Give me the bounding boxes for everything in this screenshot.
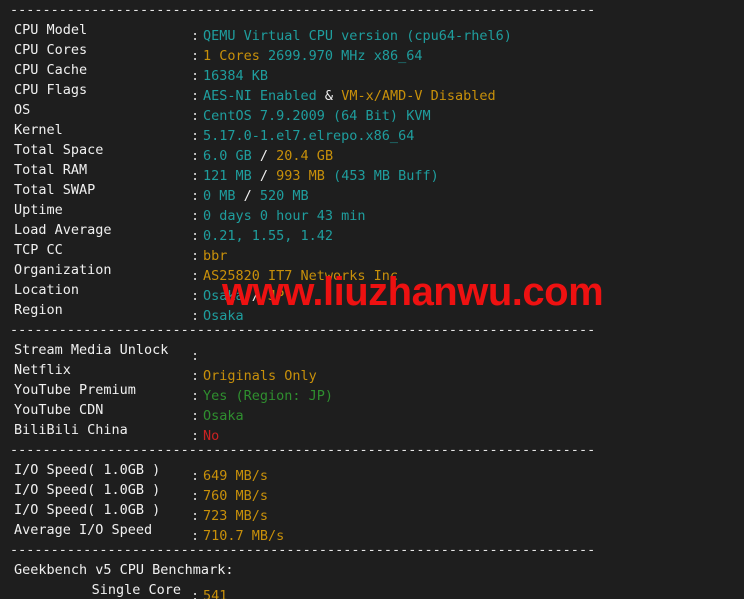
info-row: Total RAM:121 MB / 993 MB (453 MB Buff) <box>0 160 744 184</box>
info-row: TCP CC: bbr <box>0 240 744 264</box>
row-label: Netflix <box>14 362 71 378</box>
separator-after-stream-media: ----------------------------------------… <box>0 440 744 460</box>
info-row: OS: CentOS 7.9.2009 (64 Bit) KVM <box>0 100 744 124</box>
row-label: I/O Speed( 1.0GB ) <box>14 462 161 478</box>
info-row: Average I/O Speed:710.7 MB/s <box>0 520 744 544</box>
row-label: Region <box>14 302 63 318</box>
info-row: CPU Cores:1 Cores 2699.970 MHz x86_64 <box>0 40 744 64</box>
row-label: Organization <box>14 262 112 278</box>
row-label: Uptime <box>14 202 63 218</box>
geekbench-title: Geekbench v5 CPU Benchmark: <box>14 562 234 578</box>
value-segment: 541 <box>203 588 228 599</box>
row-value: 710.7 MB/s <box>203 526 284 546</box>
row-label: CPU Cache <box>14 62 88 78</box>
row-label: Location <box>14 282 80 298</box>
separator-dashes: ----------------------------------------… <box>10 2 596 18</box>
info-row: Load Average:0.21, 1.55, 1.42 <box>0 220 744 244</box>
row-label: Kernel <box>14 122 63 138</box>
row-label: CPU Model <box>14 22 88 38</box>
separator-dashes: ----------------------------------------… <box>10 322 596 338</box>
separator-top: ----------------------------------------… <box>0 0 744 20</box>
info-row: Location: Osaka / JP <box>0 280 744 304</box>
geekbench-section: Single Core:541Multi Core:542 <box>0 580 744 599</box>
stream-media-section: Netflix: Originals Only YouTube Premium: Ye… <box>0 360 744 444</box>
info-row: Total SWAP:0 MB / 520 MB <box>0 180 744 204</box>
info-row: Region: Osaka <box>0 300 744 324</box>
info-row: I/O Speed( 1.0GB ):723 MB/s <box>0 500 744 524</box>
value-segment: 710.7 MB/s <box>203 528 285 544</box>
row-value: No <box>203 426 219 446</box>
row-label: Total RAM <box>14 162 88 178</box>
info-row: YouTube CDN: Osaka <box>0 400 744 424</box>
stream-media-title-row: Stream Media Unlock: <box>0 340 744 364</box>
info-row: Uptime:0 days 0 hour 43 min <box>0 200 744 224</box>
io-speed-section: I/O Speed( 1.0GB ):649 MB/s I/O Speed( 1.… <box>0 460 744 544</box>
colon-separator: : <box>191 528 200 544</box>
row-label: Load Average <box>14 222 112 238</box>
row-label: Total SWAP <box>14 182 96 198</box>
stream-media-title-label: Stream Media Unlock <box>14 342 169 358</box>
row-label: CPU Flags <box>14 82 88 98</box>
colon-separator: : <box>191 308 200 324</box>
info-row: Kernel:5.17.0-1.el7.elrepo.x86_64 <box>0 120 744 144</box>
info-row: Organization: AS25820 IT7 Networks Inc <box>0 260 744 284</box>
row-label: BiliBili China <box>14 422 128 438</box>
separator-dashes: ----------------------------------------… <box>10 442 596 458</box>
terminal-output: ----------------------------------------… <box>0 0 744 599</box>
system-info-section: CPU Model: QEMU Virtual CPU version (cpu6… <box>0 20 744 324</box>
row-label: YouTube CDN <box>14 402 104 418</box>
row-label: YouTube Premium <box>14 382 136 398</box>
row-label: Total Space <box>14 142 104 158</box>
separator-dashes: ----------------------------------------… <box>10 542 596 558</box>
separator-after-system-info: ----------------------------------------… <box>0 320 744 340</box>
value-segment: Osaka <box>203 308 244 324</box>
row-label: I/O Speed( 1.0GB ) <box>14 482 161 498</box>
row-label: I/O Speed( 1.0GB ) <box>14 502 161 518</box>
row-label: Single Core <box>91 582 181 598</box>
info-row: CPU Cache:16384 KB <box>0 60 744 84</box>
row-value: 541 <box>203 586 227 599</box>
info-row: Total Space:6.0 GB / 20.4 GB <box>0 140 744 164</box>
row-label: TCP CC <box>14 242 63 258</box>
row-label: Average I/O Speed <box>14 522 153 538</box>
info-row: CPU Model: QEMU Virtual CPU version (cpu6… <box>0 20 744 44</box>
colon-separator: : <box>191 588 200 599</box>
colon-separator: : <box>191 428 200 444</box>
info-row: BiliBili China: No <box>0 420 744 444</box>
info-row: Single Core:541 <box>0 580 744 599</box>
row-label: OS <box>14 102 31 118</box>
info-row: YouTube Premium: Yes (Region: JP) <box>0 380 744 404</box>
terminal-window: ----------------------------------------… <box>0 0 744 599</box>
info-row: CPU Flags: AES-NI Enabled & VM-x/AMD-V Di… <box>0 80 744 104</box>
value-segment: No <box>203 428 220 444</box>
info-row: Netflix: Originals Only <box>0 360 744 384</box>
info-row: I/O Speed( 1.0GB ):649 MB/s <box>0 460 744 484</box>
row-value: Osaka <box>203 306 244 326</box>
separator-after-io-speed: ----------------------------------------… <box>0 540 744 560</box>
info-row: I/O Speed( 1.0GB ):760 MB/s <box>0 480 744 504</box>
row-label: CPU Cores <box>14 42 88 58</box>
